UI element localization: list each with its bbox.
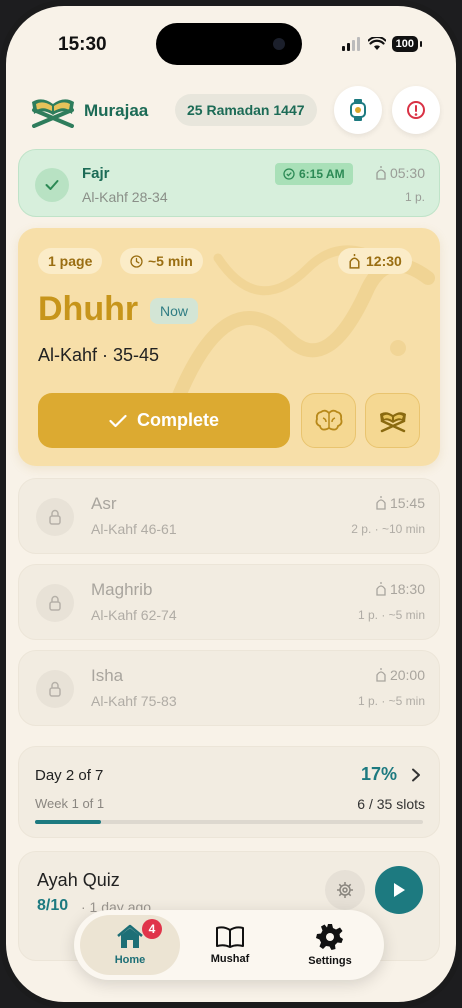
screen: 15:30 100 Murajaa 25 Ramadan 1447 Fajr A… [6, 6, 456, 1002]
prayer-meta: 2 p. · ~10 min [351, 522, 425, 536]
prayer-time: 18:30 [375, 581, 425, 597]
prayer-card-fajr[interactable]: Fajr Al-Kahf 28-34 6:15 AM 05:30 1 p. [18, 149, 440, 217]
prayer-card-isha: Isha Al-Kahf 75-83 20:00 1 p. · ~5 min [18, 650, 440, 726]
clock-icon [130, 254, 143, 268]
prayer-time: 20:00 [375, 667, 425, 683]
signal-icon [341, 37, 360, 51]
lock-icon [49, 509, 61, 525]
week-progress: Week 1 of 1 [35, 796, 105, 811]
status-time: 15:30 [58, 34, 107, 55]
bottom-tab-bar: Home 4 Mushaf Settings [74, 910, 384, 980]
hijri-date-pill[interactable]: 25 Ramadan 1447 [175, 94, 317, 126]
mosque-icon [376, 496, 386, 510]
chevron-right-icon [412, 768, 420, 782]
completed-check [35, 168, 69, 202]
prayer-range: Al-Kahf · 35-45 [38, 345, 160, 365]
prayer-card-asr: Asr Al-Kahf 46-61 15:45 2 p. · ~10 min [18, 478, 440, 554]
mosque-icon [349, 253, 360, 269]
prayer-name: Fajr [82, 165, 110, 182]
lock-icon [49, 681, 61, 697]
quiz-score: 8/10 [37, 897, 69, 914]
book-icon [216, 926, 244, 948]
prayer-name: Dhuhr [38, 290, 139, 328]
clock-check-icon [283, 168, 295, 180]
home-icon [117, 924, 143, 948]
start-quiz-button[interactable] [375, 866, 423, 914]
prayer-name: Asr [91, 494, 117, 513]
wifi-icon [367, 37, 386, 50]
prayer-range: Al-Kahf 75-83 [91, 693, 177, 709]
prayer-watch-icon [350, 99, 366, 121]
progress-percent: 17% [360, 764, 397, 784]
prayer-time-chip: 12:30 [338, 248, 412, 274]
app-logo: Murajaa [28, 94, 148, 128]
play-icon [394, 883, 405, 897]
lock-badge [36, 584, 74, 622]
tab-label: Mushaf [210, 953, 250, 965]
settings-icon [316, 924, 343, 950]
brain-icon [315, 409, 342, 430]
prayer-card-maghrib: Maghrib Al-Kahf 62-74 18:30 1 p. · ~5 mi… [18, 564, 440, 640]
lock-badge [36, 670, 74, 708]
tab-mushaf[interactable]: Mushaf [180, 915, 280, 975]
completed-time-badge: 6:15 AM [275, 163, 353, 185]
prayer-meta: 1 p. · ~5 min [357, 608, 425, 622]
plan-progress-card[interactable]: Day 2 of 7 17% Week 1 of 1 6 / 35 slots [18, 746, 440, 838]
prayer-watch-button[interactable] [334, 86, 382, 134]
app-name: Murajaa [84, 101, 149, 120]
alert-icon [407, 101, 425, 119]
quran-logo-icon [32, 99, 74, 128]
gear-icon [337, 882, 353, 898]
tab-settings[interactable]: Settings [280, 915, 380, 975]
prayer-name: Maghrib [91, 580, 153, 599]
tab-label: Home [114, 954, 146, 966]
memorize-button[interactable] [301, 393, 356, 448]
completed-time: 6:15 AM [299, 167, 345, 181]
prayer-time: 05:30 [375, 165, 425, 181]
mosque-icon [376, 582, 386, 596]
slots-progress: 6 / 35 slots [357, 796, 425, 812]
dynamic-island [156, 23, 302, 65]
progress-bar [35, 820, 423, 824]
quran-stand-icon [379, 411, 406, 432]
prayer-name: Isha [91, 666, 124, 685]
prayer-meta: 1 p. · ~5 min [357, 694, 425, 708]
lock-badge [36, 498, 74, 536]
phone-frame: 15:30 100 Murajaa 25 Ramadan 1447 Fajr A… [0, 0, 462, 1008]
check-icon [109, 414, 127, 427]
pages-chip: 1 page [38, 248, 103, 274]
complete-button[interactable]: Complete [38, 393, 290, 448]
prayer-card-dhuhr: 1 page ~5 min 12:30 Dhuhr Now Al-Kahf · … [18, 228, 440, 466]
now-badge: Now [150, 298, 199, 324]
mosque-icon [376, 166, 386, 180]
prayer-time: 15:45 [375, 495, 425, 511]
prayer-pages: 1 p. [404, 190, 425, 204]
notification-badge: 4 [142, 919, 162, 939]
open-mushaf-button[interactable] [365, 393, 420, 448]
quiz-title: Ayah Quiz [37, 870, 120, 890]
prayer-range: Al-Kahf 62-74 [91, 607, 177, 623]
quiz-settings-button[interactable] [325, 870, 365, 910]
tab-label: Settings [308, 955, 352, 967]
alert-button[interactable] [392, 86, 440, 134]
lock-icon [49, 595, 61, 611]
battery-indicator: 100 [391, 36, 423, 52]
mosque-icon [376, 668, 386, 682]
tab-home[interactable]: Home 4 [80, 915, 180, 975]
prayer-range: Al-Kahf 46-61 [91, 521, 177, 537]
day-progress: Day 2 of 7 [35, 767, 104, 784]
duration-chip: ~5 min [120, 248, 203, 274]
progress-bar-fill [35, 820, 101, 824]
check-icon [45, 180, 59, 190]
status-icons: 100 [341, 36, 423, 52]
prayer-range: Al-Kahf 28-34 [82, 189, 168, 205]
